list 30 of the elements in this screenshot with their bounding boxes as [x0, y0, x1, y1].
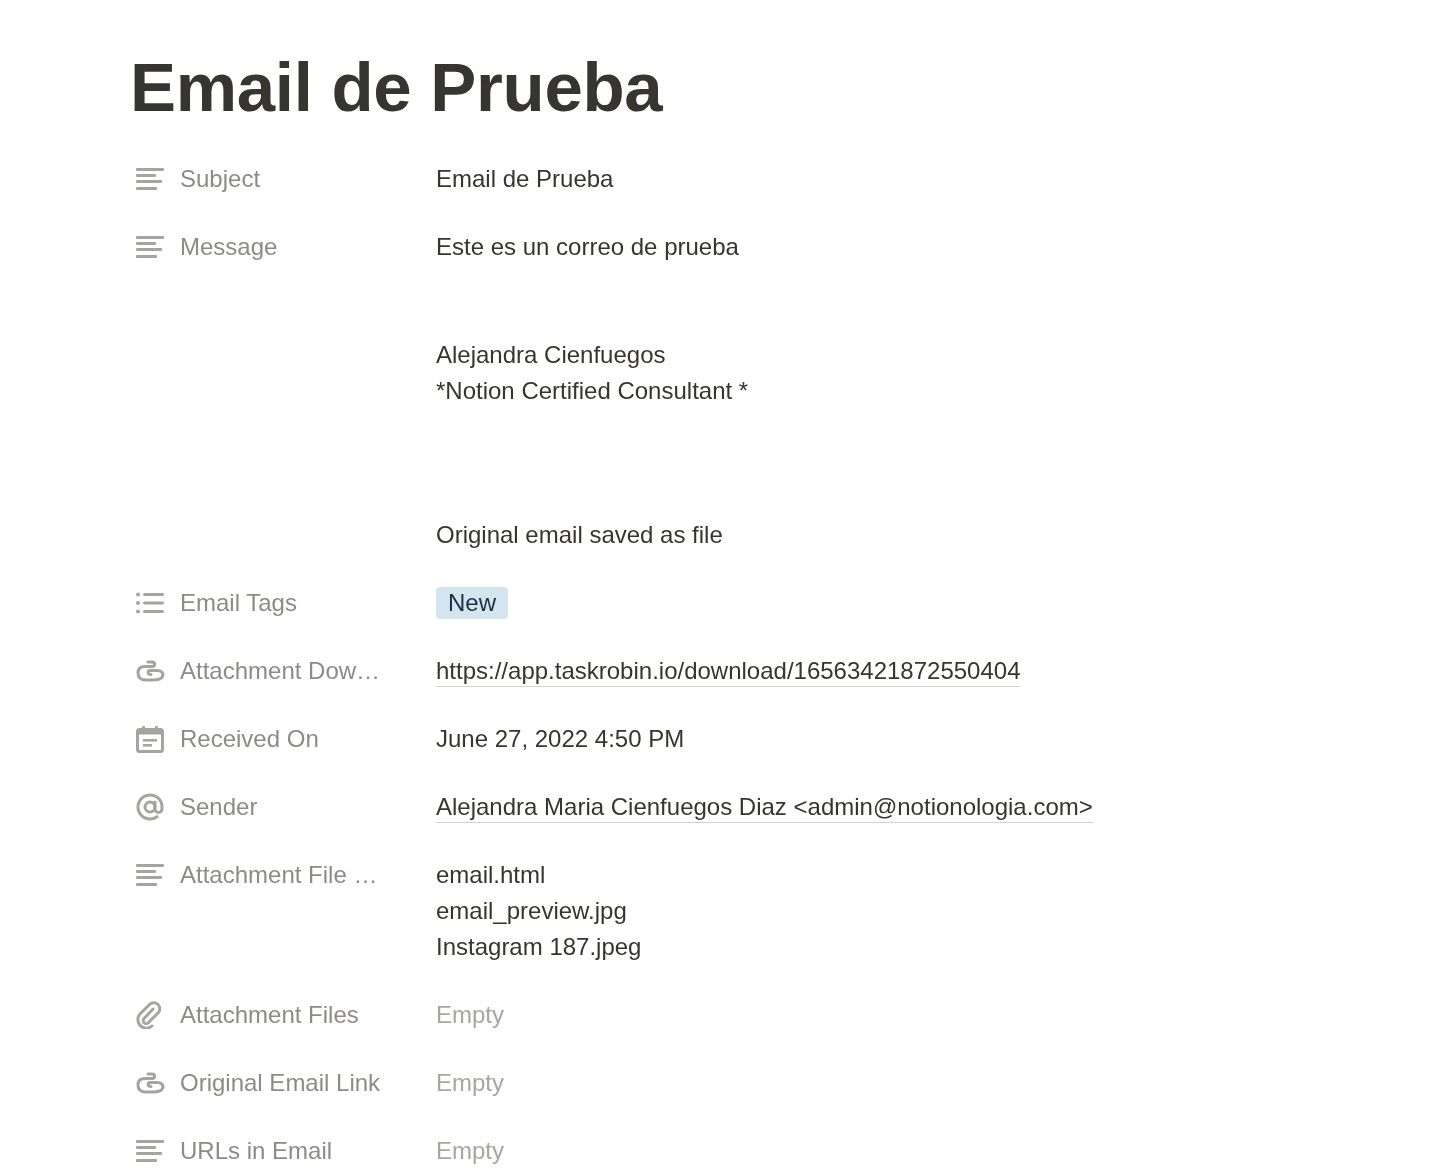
text-lines-icon [136, 1140, 164, 1162]
property-label: URLs in Email [180, 1136, 333, 1166]
property-label: Sender [180, 792, 258, 822]
status-tag: New [436, 587, 508, 619]
text-lines-icon [136, 168, 164, 190]
paperclip-icon [136, 1001, 162, 1029]
page-title: Email de Prueba [130, 48, 663, 128]
empty-value-field[interactable]: Empty [436, 1065, 504, 1101]
property-label: Email Tags [180, 588, 297, 618]
property-value: email.html email_preview.jpg Instagram 187.jpeg [436, 860, 642, 962]
empty-value-field[interactable]: Empty [436, 997, 504, 1033]
property-label: Message [180, 232, 278, 262]
bulleted-list-icon [136, 592, 164, 614]
text-lines-icon [136, 864, 164, 886]
property-label: Subject [180, 164, 261, 194]
property-label: Received On [180, 724, 319, 754]
property-label: Original Email Link [180, 1068, 381, 1098]
property-label: Attachment Files [180, 1000, 359, 1030]
swirl-icon [136, 1072, 166, 1094]
email-link[interactable]: Alejandra Maria Cienfuegos Diaz <admin@notionologia.com> [436, 791, 1093, 823]
swirl-icon [136, 660, 166, 682]
text-lines-icon [136, 236, 164, 258]
property-value: Email de Prueba [436, 164, 614, 194]
property-label: Attachment Dow… [180, 656, 381, 686]
url-link[interactable]: https://app.taskrobin.io/download/16563421872550404 [436, 655, 1021, 687]
empty-value-field[interactable]: Empty [436, 1133, 504, 1169]
date-value: June 27, 2022 4:50 PM [436, 724, 685, 754]
calendar-icon [136, 725, 164, 753]
property-label: Attachment File … [180, 860, 378, 890]
at-sign-icon [136, 793, 164, 821]
